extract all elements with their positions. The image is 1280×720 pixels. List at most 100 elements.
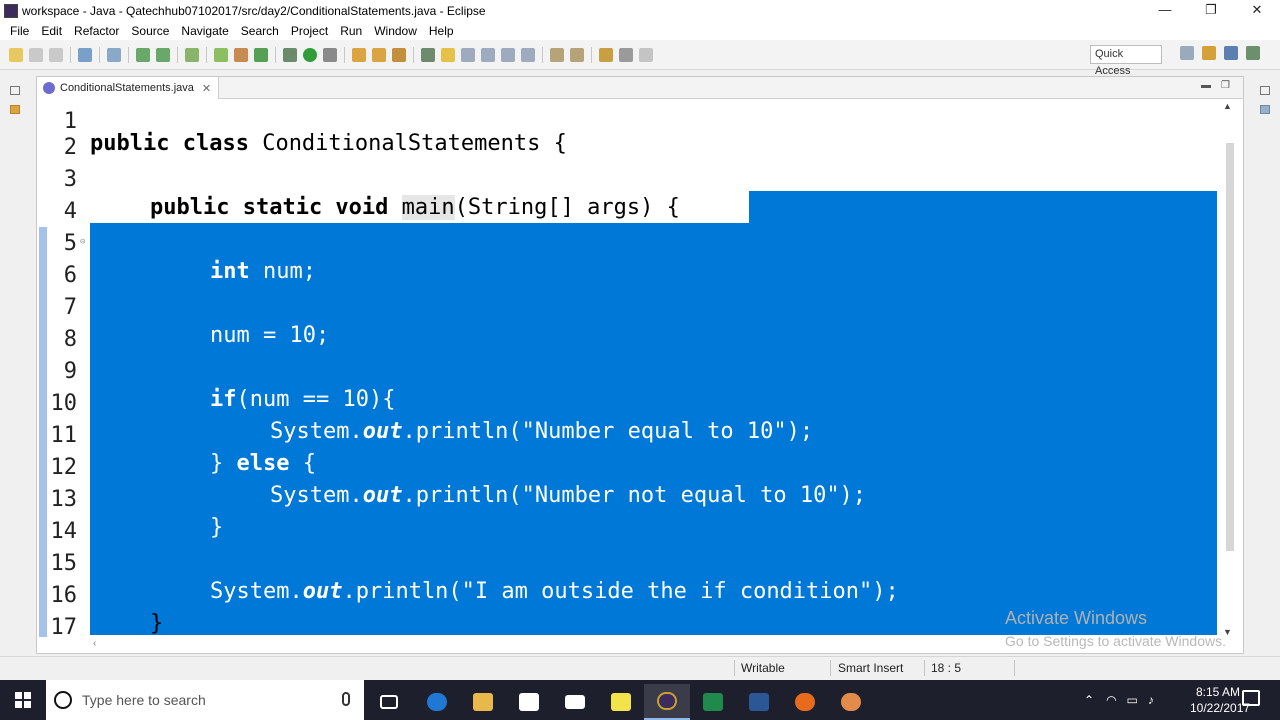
block-selection-icon[interactable] xyxy=(481,47,495,62)
menu-navigate[interactable]: Navigate xyxy=(175,24,234,38)
minimize-editor-icon[interactable]: ▬ xyxy=(1201,80,1211,91)
start-button[interactable] xyxy=(0,680,46,720)
taskbar-clock[interactable]: 8:15 AM 10/22/2017 xyxy=(1190,684,1250,716)
taskbar-excel[interactable] xyxy=(690,684,736,720)
skip-breakpoints-icon[interactable] xyxy=(107,47,121,62)
taskbar-file-explorer[interactable] xyxy=(460,684,506,720)
close-button[interactable]: ✕ xyxy=(1234,0,1280,22)
menu-project[interactable]: Project xyxy=(285,24,334,38)
restore-view-icon[interactable] xyxy=(1260,86,1270,95)
word-wrap-icon[interactable] xyxy=(461,47,475,62)
taskbar-sticky-notes[interactable] xyxy=(598,684,644,720)
show-whitespace-icon[interactable] xyxy=(501,47,515,62)
code-line-11: 11 System.out.println("Number equal to 1… xyxy=(37,417,1217,449)
menu-bar: File Edit Refactor Source Navigate Searc… xyxy=(0,22,1280,40)
restore-view-icon[interactable] xyxy=(10,86,20,95)
task-view-button[interactable] xyxy=(366,684,412,720)
toggle-annotations-icon[interactable] xyxy=(421,47,435,62)
mark-occurrences-icon[interactable] xyxy=(441,47,455,62)
restore-button[interactable]: ❐ xyxy=(1188,0,1234,22)
previous-annotation-icon[interactable] xyxy=(570,47,584,62)
taskbar-app[interactable] xyxy=(828,684,874,720)
taskbar-mail[interactable] xyxy=(552,684,598,720)
vertical-scrollbar[interactable]: ▲ ▼ xyxy=(1217,99,1243,637)
taskbar-store[interactable] xyxy=(506,684,552,720)
tab-conditional-statements[interactable]: ConditionalStatements.java ✕ xyxy=(37,77,219,99)
code-text: .println("Number not equal to 10"); xyxy=(402,483,867,508)
minimize-button[interactable]: — xyxy=(1142,0,1188,22)
terminal-icon[interactable] xyxy=(78,47,92,62)
run-icon[interactable] xyxy=(303,47,317,62)
tab-close-icon[interactable]: ✕ xyxy=(202,82,211,95)
quick-access-field[interactable]: Quick Access xyxy=(1090,45,1162,77)
build-icon[interactable] xyxy=(136,47,150,62)
edge-icon xyxy=(427,693,447,711)
code-line-4: 4 public static void main(String[] args)… xyxy=(37,193,1217,225)
volume-icon[interactable]: ♪ xyxy=(1148,693,1154,707)
cortana-icon xyxy=(54,691,72,709)
new-package-icon[interactable] xyxy=(214,47,228,62)
toolbar-separator xyxy=(206,46,207,63)
code-editor[interactable]: 1 2 public class ConditionalStatements {… xyxy=(37,99,1217,637)
scroll-up-icon[interactable]: ▲ xyxy=(1223,101,1232,111)
new-type-icon[interactable] xyxy=(234,47,248,62)
last-edit-icon[interactable] xyxy=(599,47,613,62)
microphone-icon[interactable] xyxy=(342,692,350,706)
debug-perspective-icon[interactable] xyxy=(1246,46,1260,60)
external-tools-icon[interactable] xyxy=(323,47,337,62)
menu-window[interactable]: Window xyxy=(368,24,423,38)
menu-help[interactable]: Help xyxy=(423,24,460,38)
taskbar-firefox[interactable] xyxy=(782,684,828,720)
line-number: 10 xyxy=(50,391,78,416)
new-icon[interactable] xyxy=(9,47,23,62)
open-perspective-icon[interactable] xyxy=(1180,46,1194,60)
task-icon[interactable] xyxy=(185,47,199,62)
menu-edit[interactable]: Edit xyxy=(35,24,68,38)
code-line-16: 16 System.out.println("I am outside the … xyxy=(37,577,1217,609)
code-text: (num == 10){ xyxy=(236,387,396,412)
menu-run[interactable]: Run xyxy=(334,24,368,38)
code-line-15: 15 xyxy=(37,545,1217,577)
menu-source[interactable]: Source xyxy=(125,24,175,38)
forward-icon[interactable] xyxy=(639,47,653,62)
fold-icon[interactable]: ⊖ xyxy=(80,237,85,247)
open-type-icon[interactable] xyxy=(352,47,366,62)
title-bar: workspace - Java - Qatechhub07102017/src… xyxy=(0,0,1280,22)
back-icon[interactable] xyxy=(619,47,633,62)
debug-icon[interactable] xyxy=(283,47,297,62)
build-all-icon[interactable] xyxy=(156,47,170,62)
pilcrow-icon[interactable] xyxy=(521,47,535,62)
maximize-editor-icon[interactable]: ❐ xyxy=(1221,80,1230,91)
power-icon[interactable]: ▭ xyxy=(1127,693,1138,707)
scroll-left-icon[interactable]: ‹ xyxy=(93,638,96,649)
code-text: System. xyxy=(270,483,363,508)
search-tool-icon[interactable] xyxy=(392,47,406,62)
menu-file[interactable]: File xyxy=(4,24,35,38)
outline-view-icon[interactable] xyxy=(1260,105,1270,114)
java-perspective-icon[interactable] xyxy=(1224,46,1238,60)
save-all-icon[interactable] xyxy=(49,47,63,62)
code-line-8: 8 num = 10; xyxy=(37,321,1217,353)
menu-refactor[interactable]: Refactor xyxy=(68,24,125,38)
open-task-icon[interactable] xyxy=(372,47,386,62)
new-class-icon[interactable] xyxy=(254,47,268,62)
java-ee-perspective-icon[interactable] xyxy=(1202,46,1216,60)
word-icon xyxy=(749,693,769,711)
menu-search[interactable]: Search xyxy=(235,24,285,38)
field-name: out xyxy=(302,579,343,604)
taskbar-search[interactable]: Type here to search xyxy=(46,680,364,720)
firefox-icon xyxy=(795,693,815,711)
package-explorer-icon[interactable] xyxy=(10,105,20,114)
show-hidden-icons-icon[interactable]: ⌃ xyxy=(1084,693,1094,707)
taskbar-word[interactable] xyxy=(736,684,782,720)
store-icon xyxy=(519,693,539,711)
scroll-thumb[interactable] xyxy=(1226,143,1234,551)
save-icon[interactable] xyxy=(29,47,43,62)
network-icon[interactable]: ◠ xyxy=(1106,693,1116,707)
action-center-icon[interactable] xyxy=(1242,690,1260,706)
taskbar-edge[interactable] xyxy=(414,684,460,720)
status-bar: Writable Smart Insert 18 : 5 xyxy=(0,656,1280,678)
cursor-position: 18 : 5 xyxy=(931,661,962,675)
next-annotation-icon[interactable] xyxy=(550,47,564,62)
taskbar-eclipse[interactable] xyxy=(644,684,690,720)
